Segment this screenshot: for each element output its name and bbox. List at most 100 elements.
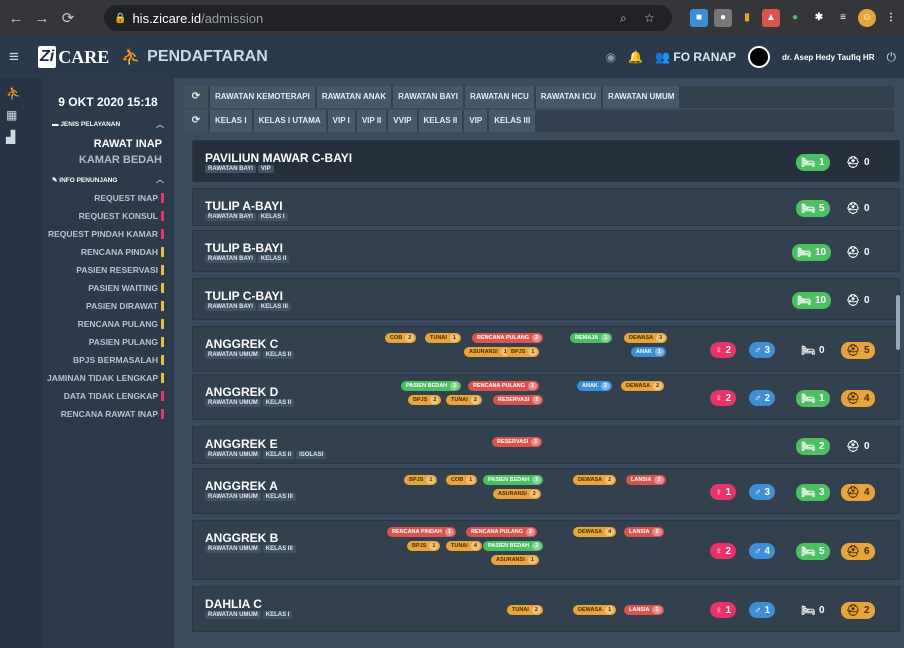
tab-category[interactable]: RAWATAN ICU <box>535 86 602 108</box>
refresh-icon[interactable]: ⟳ <box>184 86 208 108</box>
back-icon[interactable]: ← <box>6 10 26 27</box>
sidebar-item-rawat-inap[interactable]: RAWAT INAP <box>42 138 174 150</box>
extension-icon[interactable]: ● <box>714 9 732 27</box>
status-pill[interactable]: DEWASA 3 <box>624 333 668 343</box>
refresh-icon[interactable]: ⟳ <box>184 110 208 132</box>
tab-class[interactable]: KELAS I UTAMA <box>253 110 326 132</box>
status-pill[interactable]: ANAK 2 <box>577 381 612 391</box>
status-pill[interactable]: LANSIA 2 <box>624 527 664 537</box>
room-card[interactable]: ANGGREK B RAWATAN UMUM KELAS III RENCANA PI… <box>192 520 900 580</box>
status-pill[interactable]: REMAJA 1 <box>570 333 613 343</box>
sidebar-item-kamar-bedah[interactable]: KAMAR BEDAH <box>42 154 174 166</box>
tab-category[interactable]: RAWATAN UMUM <box>603 86 680 108</box>
status-pill[interactable]: TUNAI 2 <box>446 395 482 405</box>
status-pill[interactable]: RENCANA PINDAH 1 <box>387 527 456 537</box>
status-pill[interactable]: TUNAI 1 <box>425 333 461 343</box>
room-card[interactable]: DAHLIA C RAWATAN UMUM KELAS I TUNAI 2 DEWASA 1… <box>192 586 900 632</box>
playlist-icon[interactable]: ≡ <box>834 9 852 27</box>
room-card[interactable]: ANGGREK A RAWATAN UMUM KELAS III BPJS 1 COB 1 P… <box>192 468 900 514</box>
hamburger-icon[interactable]: ≡ <box>0 47 28 67</box>
room-card[interactable]: ANGGREK D RAWATAN UMUM KELAS II PASIEN BEDA… <box>192 374 900 420</box>
extension-icon[interactable]: ▮ <box>738 9 756 27</box>
sidebar-info-item[interactable]: RENCANA RAWAT INAP <box>42 405 174 423</box>
scrollbar[interactable] <box>896 295 900 350</box>
avatar[interactable] <box>748 46 771 68</box>
room-card[interactable]: ANGGREK E RAWATAN UMUM KELAS II ISOLASI RESE… <box>192 426 900 464</box>
status-pill[interactable]: ASURANSI1 <box>491 555 539 565</box>
extension-icon[interactable]: ● <box>786 9 804 27</box>
profile-icon[interactable]: ☺ <box>858 9 876 27</box>
available-bed-badge[interactable]: 🛏 5 <box>796 543 830 560</box>
sidebar-info-item[interactable]: PASIEN DIRAWAT <box>42 297 174 315</box>
menu-icon[interactable]: ⋮ <box>882 9 900 27</box>
info-penunjang-header[interactable]: ✎ INFO PENUNJANG ︿ <box>42 174 174 185</box>
status-pill[interactable]: DEWASA 1 <box>573 605 617 615</box>
status-pill[interactable]: RENCANA PULANG 2 <box>472 333 544 343</box>
forward-icon[interactable]: → <box>32 10 52 27</box>
sidebar-info-item[interactable]: BPJS BERMASALAH <box>42 351 174 369</box>
status-pill[interactable]: DEWASA 2 <box>573 475 617 485</box>
tab-category[interactable]: RAWATAN KEMOTERAPI <box>210 86 315 108</box>
extension-icon[interactable]: ■ <box>690 9 708 27</box>
room-card[interactable]: TULIP A-BAYI RAWATAN BAYI KELAS I 🛏 5 ⛑ 0 <box>192 188 900 226</box>
status-pill[interactable]: ANAK 1 <box>631 347 666 357</box>
ambulance-badge[interactable]: ⛑ 5 <box>841 342 875 359</box>
room-card[interactable]: TULIP C-BAYI RAWATAN BAYI KELAS III 🛏 10 ⛑ 0 <box>192 278 900 320</box>
status-pill[interactable]: TUNAI 4 <box>446 541 482 551</box>
user-name[interactable]: dr. Asep Hedy Taufiq HR <box>782 53 874 62</box>
puzzle-icon[interactable]: ✱ <box>810 9 828 27</box>
star-icon[interactable]: ☆ <box>644 11 655 25</box>
tab-class[interactable]: VIP II <box>356 110 387 132</box>
status-pill[interactable]: BPJS 1 <box>506 347 540 357</box>
tab-category[interactable]: RAWATAN BAYI <box>393 86 463 108</box>
available-bed-badge[interactable]: 🛏 10 <box>792 244 832 261</box>
tab-class[interactable]: KELAS I <box>210 110 252 132</box>
available-bed-badge[interactable]: 🛏 1 <box>796 154 830 171</box>
status-pill[interactable]: PASIEN BEDAH 2 <box>483 541 544 551</box>
status-pill[interactable]: PASIEN BEDAH 1 <box>483 475 544 485</box>
status-pill[interactable]: RENCANA PULANG 2 <box>466 527 538 537</box>
ambulance-badge[interactable]: ⛑ 0 <box>841 438 875 455</box>
tab-class[interactable]: VIP I <box>327 110 355 132</box>
available-bed-badge[interactable]: 🛏 10 <box>792 292 832 309</box>
ambulance-badge[interactable]: ⛑ 0 <box>841 292 875 309</box>
unit-selector[interactable]: 👥 FO RANAP <box>655 50 736 64</box>
ambulance-badge[interactable]: ⛑ 0 <box>841 244 875 261</box>
sidebar-info-item[interactable]: JAMINAN TIDAK LENGKAP <box>42 369 174 387</box>
bell-icon[interactable]: 🔔 <box>628 50 643 64</box>
tab-class[interactable]: VIP <box>464 110 488 132</box>
tab-class[interactable]: VVIP <box>388 110 417 132</box>
tab-class[interactable]: KELAS II <box>418 110 463 132</box>
status-pill[interactable]: DEWASA 4 <box>573 527 617 537</box>
status-pill[interactable]: LANSIA 1 <box>624 605 664 615</box>
status-pill[interactable]: LANSIA 2 <box>626 475 666 485</box>
address-bar[interactable]: 🔒 his.zicare.id/admission ⌕ ☆ <box>104 5 672 31</box>
ambulance-badge[interactable]: ⛑ 6 <box>841 543 875 560</box>
status-pill[interactable]: BPJS 2 <box>408 395 442 405</box>
sidebar-info-item[interactable]: RENCANA PINDAH <box>42 243 174 261</box>
ambulance-badge[interactable]: ⛑ 0 <box>841 154 875 171</box>
tab-class[interactable]: KELAS III <box>489 110 536 132</box>
sidebar-info-item[interactable]: REQUEST PINDAH KAMAR <box>42 225 174 243</box>
zoom-icon[interactable]: ⌕ <box>620 11 627 26</box>
jenis-pelayanan-header[interactable]: ▬ JENIS PELAYANAN ︿ <box>42 119 174 130</box>
ambulance-badge[interactable]: ⛑ 0 <box>841 200 875 217</box>
room-card[interactable]: TULIP B-BAYI RAWATAN BAYI KELAS II 🛏 10 ⛑ 0 <box>192 230 900 272</box>
sidebar-info-item[interactable]: PASIEN RESERVASI <box>42 261 174 279</box>
tab-category[interactable]: RAWATAN ANAK <box>316 86 392 108</box>
status-pill[interactable]: ASURANSI 2 <box>493 489 541 499</box>
available-bed-badge[interactable]: 🛏 3 <box>796 484 830 501</box>
ambulance-badge[interactable]: ⛑ 2 <box>841 602 875 619</box>
admission-icon[interactable]: ⛹ <box>0 86 42 100</box>
chart-icon[interactable]: ▟ <box>0 130 42 144</box>
sidebar-info-item[interactable]: PASIEN WAITING <box>42 279 174 297</box>
status-pill[interactable]: RESERVASI 1 <box>493 395 544 405</box>
status-pill[interactable]: BPJS 1 <box>404 475 438 485</box>
available-bed-badge[interactable]: 🛏 1 <box>796 390 830 407</box>
status-pill[interactable]: PASIEN BEDAH 1 <box>401 381 462 391</box>
ambulance-badge[interactable]: ⛑ 4 <box>841 390 875 407</box>
ambulance-badge[interactable]: ⛑ 4 <box>841 484 875 501</box>
status-pill[interactable]: DEWASA 2 <box>621 381 665 391</box>
available-bed-badge[interactable]: 🛏 5 <box>796 200 830 217</box>
status-pill[interactable]: BPJS 1 <box>407 541 441 551</box>
